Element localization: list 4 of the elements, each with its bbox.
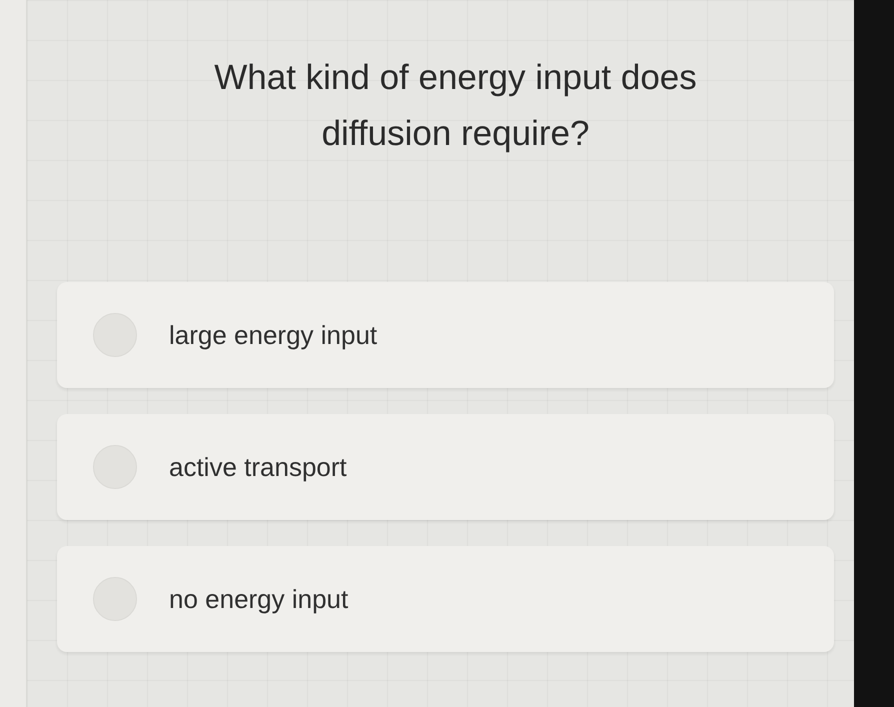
- question-text: What kind of energy input does diffusion require?: [213, 57, 698, 155]
- answer-option[interactable]: no energy input: [57, 546, 834, 652]
- answer-option[interactable]: active transport: [57, 414, 834, 520]
- answer-option[interactable]: large energy input: [57, 282, 834, 388]
